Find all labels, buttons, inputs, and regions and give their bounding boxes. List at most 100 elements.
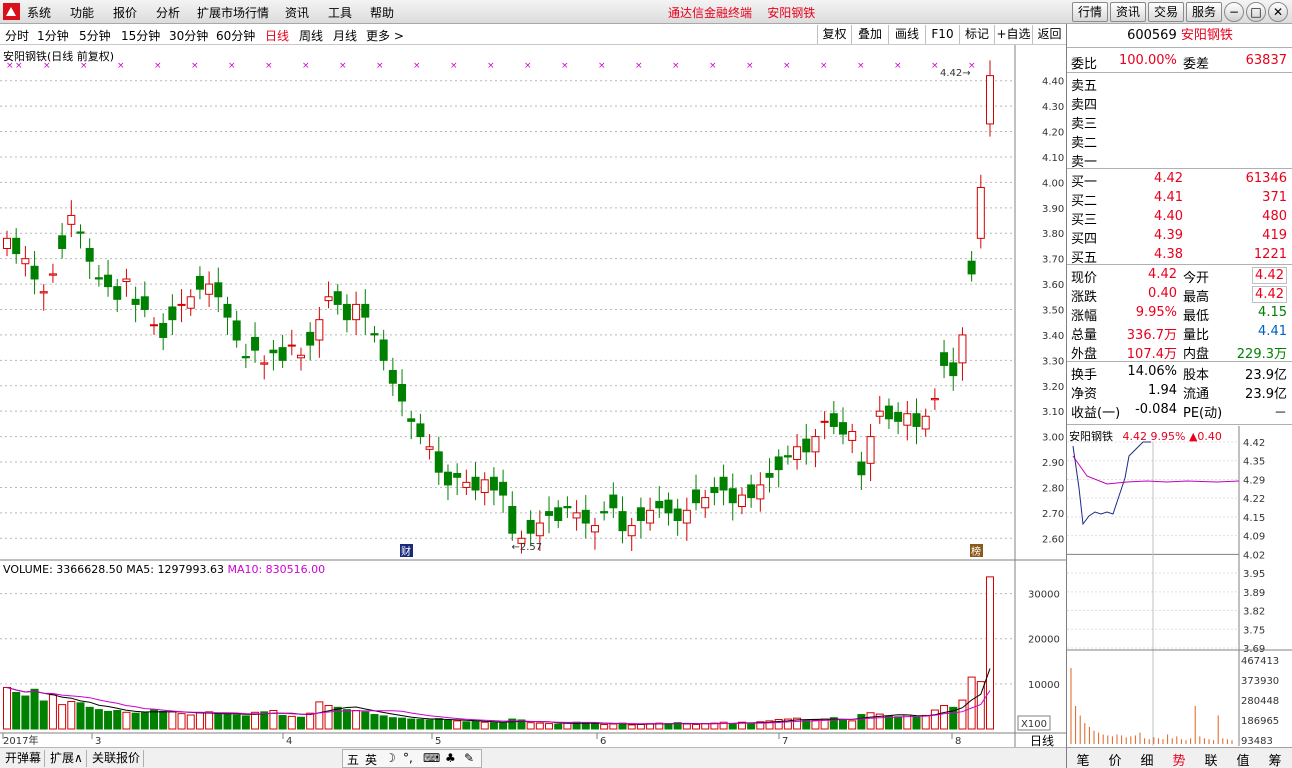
period-15min[interactable]: 15分钟: [121, 27, 160, 44]
overlay-button[interactable]: 叠加: [851, 25, 888, 44]
mini-volume-label: 467413: [1241, 656, 1279, 667]
tab-6[interactable]: 筹: [1261, 750, 1289, 768]
candle-down: [839, 422, 848, 435]
volume-bar: [21, 695, 30, 730]
ime-keyboard-icon[interactable]: ⌨: [423, 751, 440, 765]
candle-up: [352, 303, 361, 321]
volume-label: VOLUME: 3366628.50: [3, 563, 123, 576]
menu-quote[interactable]: 报价: [113, 4, 137, 21]
menu-news[interactable]: 资讯: [285, 4, 309, 21]
candle-down: [719, 476, 728, 491]
event-mark: ×: [746, 61, 754, 71]
ime-wubi-icon[interactable]: 五: [347, 751, 359, 768]
ime-punctuation-icon[interactable]: °,: [403, 751, 413, 765]
stat-label: 总量: [1071, 328, 1098, 343]
volume-bar: [802, 719, 811, 730]
nav-quotes-button[interactable]: 行情: [1072, 2, 1108, 22]
tab-0[interactable]: 笔: [1069, 750, 1097, 768]
finance-mark-label: 财: [401, 545, 411, 558]
tab-5[interactable]: 值: [1229, 750, 1257, 768]
fundamental-label: 流通: [1183, 387, 1210, 402]
price-chart[interactable]: 4.40 4.30 4.20 4.10 4.00 3.90 3.80 3.70 3.60 3.50…: [0, 45, 1066, 561]
period-monthly[interactable]: 月线: [333, 27, 357, 44]
buy-level-row: 买三 4.40 480: [1067, 208, 1292, 228]
f10-button[interactable]: F10: [925, 25, 959, 44]
menu-tools[interactable]: 工具: [328, 4, 352, 21]
minimize-icon[interactable]: −: [1224, 2, 1244, 22]
volume-bar: [333, 706, 342, 730]
mark-button[interactable]: 标记: [959, 25, 994, 44]
price-tick-label: 4.30: [1042, 102, 1064, 113]
period-60min[interactable]: 60分钟: [216, 27, 255, 44]
period-weekly[interactable]: 周线: [299, 27, 323, 44]
back-button[interactable]: 返回: [1032, 25, 1066, 44]
weicha-label: 委差: [1183, 57, 1210, 72]
event-mark: ×: [783, 61, 791, 71]
ime-toolbar[interactable]: 五 英 ☽ °, ⌨ ♣ ✎: [342, 749, 482, 768]
menu-analysis[interactable]: 分析: [156, 4, 180, 21]
mini-price-label: 4.42: [1243, 438, 1265, 449]
period-30min[interactable]: 30分钟: [169, 27, 208, 44]
period-intraday[interactable]: 分时: [5, 27, 29, 44]
buy-volume: 419: [1262, 228, 1287, 243]
nav-news-button[interactable]: 资讯: [1110, 2, 1146, 22]
tab-3[interactable]: 势: [1165, 750, 1193, 768]
expand-button[interactable]: 扩展∧: [47, 750, 87, 767]
volume-bar: [352, 709, 361, 730]
candle-down: [802, 438, 811, 453]
tab-2[interactable]: 细: [1133, 750, 1161, 768]
tab-1[interactable]: 价: [1101, 750, 1129, 768]
menu-help[interactable]: 帮助: [370, 4, 394, 21]
period-1min[interactable]: 1分钟: [37, 27, 69, 44]
menu-function[interactable]: 功能: [70, 4, 94, 21]
stat-row: 现价 4.42 今开 4.42: [1067, 266, 1292, 286]
price-tick-label: 4.20: [1042, 128, 1064, 139]
event-mark: ×: [524, 61, 532, 71]
candle-up: [921, 415, 930, 430]
candle-down: [526, 519, 535, 534]
candle-down: [774, 456, 783, 471]
candle-down: [159, 322, 168, 338]
ime-halfwidth-icon[interactable]: ☽: [385, 751, 396, 765]
candle-up: [149, 324, 158, 327]
ime-settings-icon[interactable]: ✎: [464, 751, 474, 765]
danmaku-button[interactable]: 开弹幕: [2, 750, 46, 767]
weibi-value: 100.00%: [1119, 53, 1177, 68]
draw-line-button[interactable]: 画线: [888, 25, 925, 44]
intraday-mini-chart[interactable]: 4.42 4.35 4.29 4.22 4.15 4.09 4.02 3.95 3.89 3.82…: [1067, 426, 1292, 746]
tab-4[interactable]: 联: [1197, 750, 1225, 768]
period-daily[interactable]: 日线: [265, 27, 289, 44]
candle-up: [462, 481, 471, 488]
candle-down: [554, 507, 563, 521]
buy-level-row: 买二 4.41 371: [1067, 189, 1292, 209]
restore-icon[interactable]: □: [1246, 2, 1266, 22]
candle-down: [609, 494, 618, 509]
volume-chart[interactable]: 30000 20000 10000 X100 2017年 3 4 5 6 7 8 日线: [0, 561, 1066, 747]
period-more[interactable]: 更多 >: [366, 27, 404, 44]
high-price-marker: 4.42→: [940, 68, 971, 79]
event-mark: ×: [487, 61, 495, 71]
ime-skin-icon[interactable]: ♣: [445, 751, 456, 765]
nav-trade-button[interactable]: 交易: [1148, 2, 1184, 22]
menu-system[interactable]: 系统: [27, 4, 51, 21]
mini-pct: 9.95%: [1150, 430, 1186, 443]
candle-down: [113, 286, 122, 300]
candle-up: [21, 258, 30, 265]
add-favorite-button[interactable]: +自选: [994, 25, 1032, 44]
price-tick-label: 4.00: [1042, 178, 1064, 189]
close-icon[interactable]: ✕: [1268, 2, 1288, 22]
nav-service-button[interactable]: 服务: [1186, 2, 1222, 22]
adjust-button[interactable]: 复权: [817, 25, 851, 44]
stat-label: 最低: [1183, 309, 1210, 324]
period-5min[interactable]: 5分钟: [79, 27, 111, 44]
sell-level-label: 卖三: [1071, 117, 1098, 132]
event-mark: ×: [894, 61, 902, 71]
menu-extended-market[interactable]: 扩展市场行情: [197, 4, 269, 21]
buy-price: 4.42: [1154, 171, 1183, 186]
ime-english-icon[interactable]: 英: [365, 751, 377, 768]
candle-down: [710, 486, 719, 494]
mini-volume-label: 280448: [1241, 696, 1279, 707]
related-quote-button[interactable]: 关联报价: [89, 750, 145, 767]
candle-down: [76, 231, 85, 234]
buy-price: 4.40: [1154, 209, 1183, 224]
